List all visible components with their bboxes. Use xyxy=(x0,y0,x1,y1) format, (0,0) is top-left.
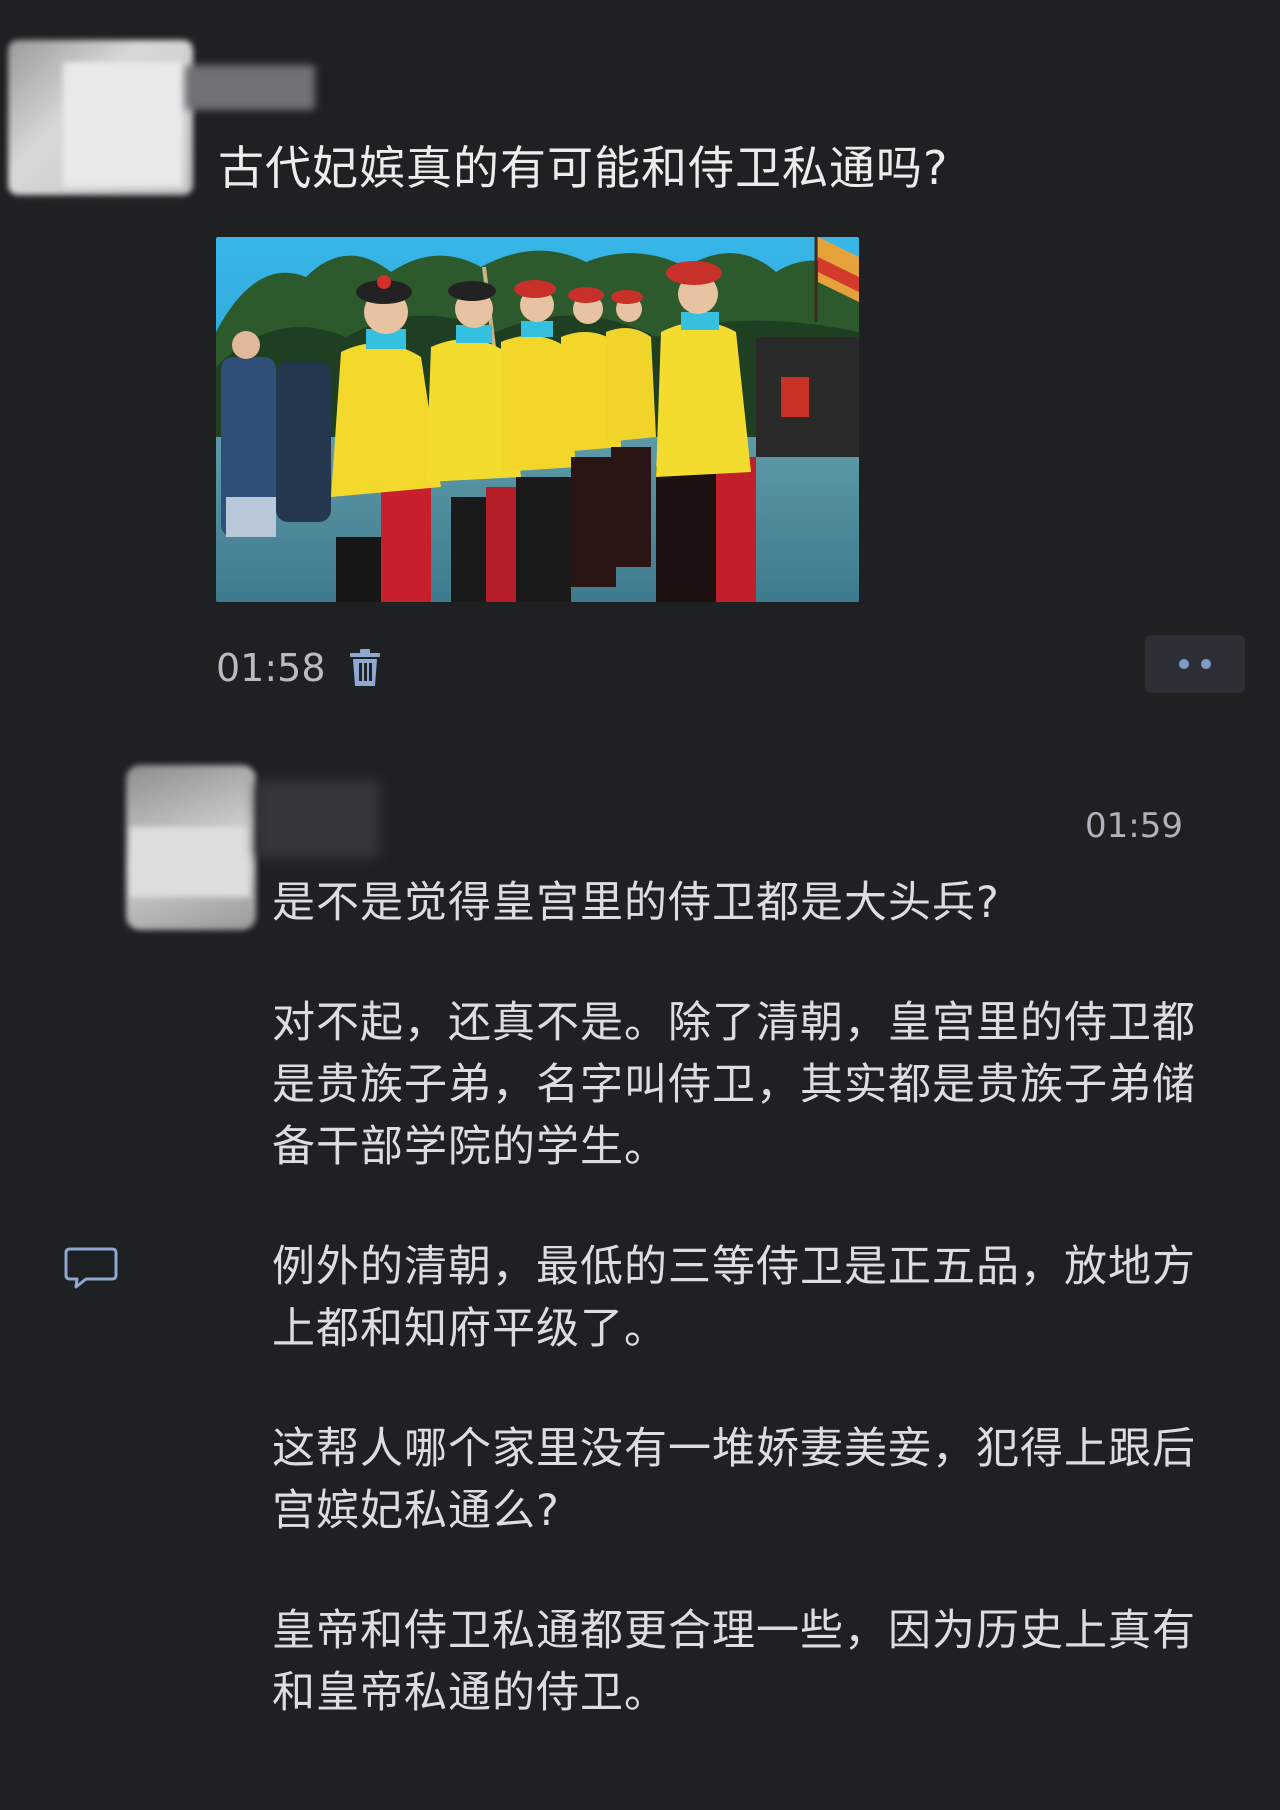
post-title[interactable]: 古代妃嫔真的有可能和侍卫私通吗? xyxy=(218,140,948,196)
comment-paragraph: 这帮人哪个家里没有一堆娇妻美妾，犯得上跟后宫嫔妃私通么? xyxy=(272,1424,1196,1536)
comment-bubble-icon[interactable] xyxy=(64,1245,120,1291)
commenter-avatar[interactable] xyxy=(126,765,256,930)
comment-body: 是不是觉得皇宫里的侍卫都是大头兵? 对不起，还真不是。除了清朝，皇宫里的侍卫都是… xyxy=(272,872,1212,1724)
post-image[interactable] xyxy=(216,237,859,602)
author-name-redacted xyxy=(185,65,315,110)
comment-paragraph: 是不是觉得皇宫里的侍卫都是大头兵? xyxy=(272,878,1000,928)
more-options-button[interactable] xyxy=(1145,635,1245,693)
trash-icon[interactable] xyxy=(348,648,382,688)
more-dots-icon xyxy=(1201,659,1211,669)
comment-paragraph: 例外的清朝，最低的三等侍卫是正五品，放地方上都和知府平级了。 xyxy=(272,1242,1196,1354)
author-avatar[interactable] xyxy=(8,40,193,195)
post-time: 01:58 xyxy=(216,646,326,690)
commenter-name-redacted xyxy=(255,780,380,858)
comment-time: 01:59 xyxy=(1085,806,1183,846)
comment-paragraph: 对不起，还真不是。除了清朝，皇宫里的侍卫都是贵族子弟，名字叫侍卫，其实都是贵族子… xyxy=(272,998,1196,1172)
more-dots-icon xyxy=(1179,659,1189,669)
comment-paragraph: 皇帝和侍卫私通都更合理一些，因为历史上真有和皇帝私通的侍卫。 xyxy=(272,1606,1196,1718)
